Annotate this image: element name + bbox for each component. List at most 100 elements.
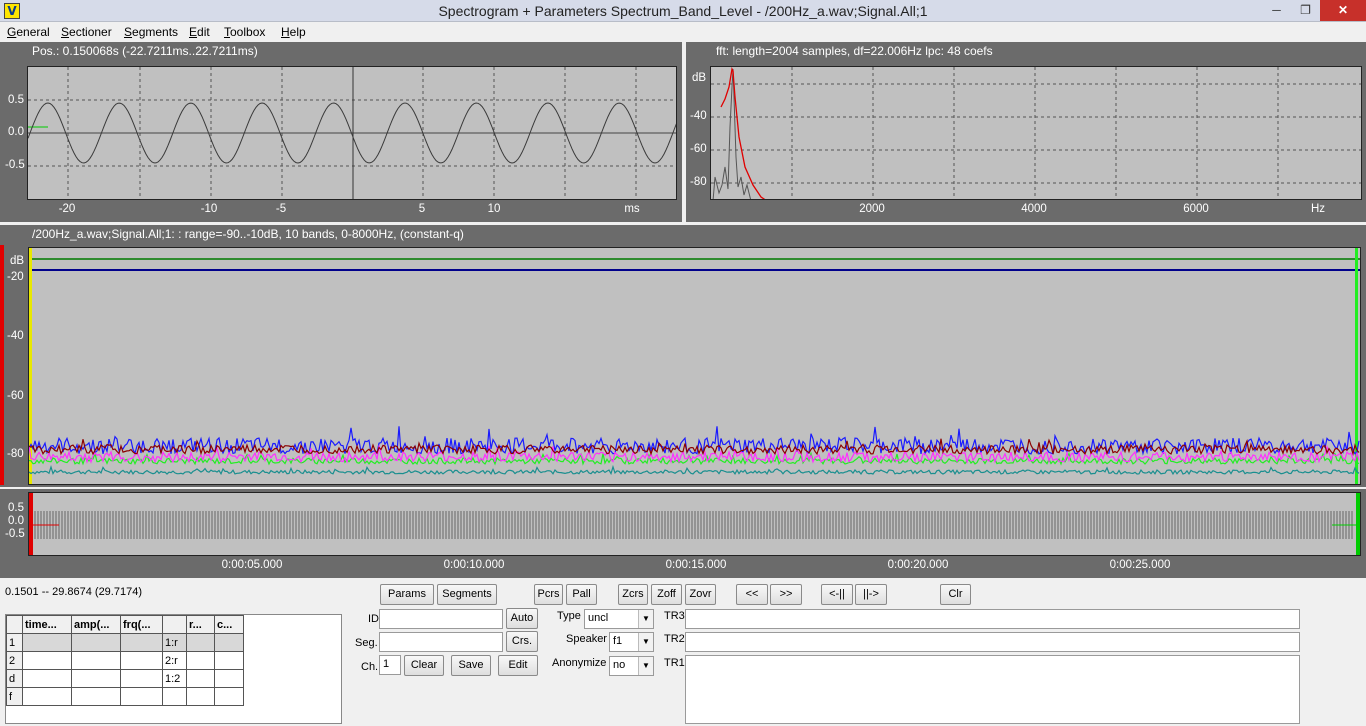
wave-x-tick: -20 (58, 203, 76, 215)
table-cell[interactable] (71, 687, 121, 706)
table-cell[interactable] (214, 651, 244, 670)
table-row[interactable]: 1 1:r (6, 633, 244, 652)
menu-segments[interactable]: Segments (124, 25, 178, 39)
chevron-down-icon[interactable]: ▼ (638, 633, 653, 651)
zovr-button[interactable]: Zovr (685, 584, 716, 605)
table-cell[interactable] (162, 687, 187, 706)
menu-bar: General Sectioner Segments Edit Toolbox … (0, 22, 1366, 42)
table-cell[interactable] (120, 669, 163, 688)
table-row[interactable]: f (6, 687, 244, 706)
waveform-plot[interactable] (27, 66, 677, 200)
chevron-down-icon[interactable]: ▼ (638, 610, 653, 628)
minimize-button[interactable]: ─ (1262, 0, 1291, 21)
time-tick: 0:00:05.000 (221, 559, 283, 571)
anonymize-select[interactable]: no ▼ (609, 656, 654, 676)
pcrs-button[interactable]: Pcrs (534, 584, 563, 605)
band-y-unit: dB (10, 255, 25, 267)
overview-plot[interactable] (28, 492, 1361, 556)
edit-button[interactable]: Edit (498, 655, 538, 676)
overview-end-handle[interactable] (1356, 493, 1360, 556)
fft-panel: fft: length=2004 samples, df=22.006Hz lp… (686, 42, 1366, 222)
clear-button[interactable]: Clear (404, 655, 444, 676)
table-cell[interactable] (186, 651, 215, 670)
table-cell[interactable] (71, 669, 121, 688)
menu-toolbox[interactable]: Toolbox (224, 25, 265, 39)
close-button[interactable]: ✕ (1320, 0, 1366, 21)
overview-y-tick: 0.0 (8, 515, 24, 527)
wave-x-tick: 10 (487, 203, 501, 215)
tr2-field[interactable] (685, 632, 1300, 652)
chevron-down-icon[interactable]: ▼ (638, 657, 653, 675)
menu-general[interactable]: General (7, 25, 50, 39)
table-cell[interactable] (120, 633, 163, 652)
tr1-field[interactable] (685, 655, 1300, 724)
type-select[interactable]: uncl ▼ (584, 609, 654, 629)
segment-controls: 0.1501 -- 29.8674 (29.7174) time... amp(… (0, 578, 1366, 726)
seg-field[interactable] (379, 632, 503, 652)
shrink-button[interactable]: <-|| (821, 584, 853, 605)
table-cell[interactable] (120, 651, 163, 670)
clr-button[interactable]: Clr (940, 584, 971, 605)
table-cell[interactable] (71, 633, 121, 652)
auto-button[interactable]: Auto (506, 608, 538, 629)
table-cell[interactable] (186, 669, 215, 688)
speaker-select[interactable]: f1 ▼ (609, 632, 654, 652)
window-title: Spectrogram + Parameters Spectrum_Band_L… (438, 3, 928, 19)
marker-table[interactable]: time... amp(... frq(... r... c... 1 1:r … (5, 614, 342, 724)
maximize-button[interactable]: ❐ (1291, 0, 1320, 21)
scroll-right-button[interactable]: >> (770, 584, 802, 605)
table-header[interactable]: r... (186, 615, 215, 634)
overview-start-handle[interactable] (29, 493, 33, 556)
channel-field[interactable]: 1 (379, 655, 401, 675)
table-cell[interactable] (22, 687, 72, 706)
anonymize-label: Anonymize (552, 657, 607, 669)
table-cell[interactable] (186, 633, 215, 652)
table-cell[interactable]: 2:r (162, 651, 187, 670)
overview-svg (29, 493, 1360, 556)
table-header[interactable]: amp(... (71, 615, 121, 634)
row-header: 1 (6, 633, 23, 652)
fft-x-tick: 4000 (1021, 203, 1047, 215)
table-header[interactable]: frq(... (120, 615, 163, 634)
scroll-left-button[interactable]: << (736, 584, 768, 605)
fft-grid (711, 67, 1361, 199)
crs-button[interactable]: Crs. (506, 631, 538, 652)
table-cell[interactable] (214, 687, 244, 706)
save-button[interactable]: Save (451, 655, 491, 676)
table-row[interactable]: 2 2:r (6, 651, 244, 670)
table-cell[interactable] (71, 651, 121, 670)
band-y-tick: -20 (7, 271, 24, 283)
id-field[interactable] (379, 609, 503, 629)
zoff-button[interactable]: Zoff (651, 584, 682, 605)
band-level-svg (29, 248, 1360, 484)
table-cell[interactable] (22, 633, 72, 652)
table-cell[interactable] (214, 633, 244, 652)
table-cell[interactable]: 1:2 (162, 669, 187, 688)
menu-sectioner[interactable]: Sectioner (61, 25, 112, 39)
time-tick: 0:00:25.000 (1109, 559, 1171, 571)
fft-plot[interactable] (710, 66, 1362, 200)
table-cell[interactable] (186, 687, 215, 706)
table-row[interactable]: d 1:2 (6, 669, 244, 688)
table-cell[interactable] (120, 687, 163, 706)
anonymize-value: no (613, 659, 626, 671)
table-cell[interactable]: 1:r (162, 633, 187, 652)
segments-button[interactable]: Segments (437, 584, 497, 605)
menu-edit[interactable]: Edit (189, 25, 210, 39)
table-cell[interactable] (22, 651, 72, 670)
menu-help[interactable]: Help (281, 25, 306, 39)
table-cell[interactable] (214, 669, 244, 688)
type-label: Type (557, 610, 581, 622)
table-header[interactable] (162, 615, 187, 634)
seg-label: Seg. (355, 637, 378, 649)
row-header: f (6, 687, 23, 706)
zcrs-button[interactable]: Zcrs (618, 584, 648, 605)
table-cell[interactable] (22, 669, 72, 688)
tr3-field[interactable] (685, 609, 1300, 629)
params-button[interactable]: Params (380, 584, 434, 605)
table-header[interactable]: c... (214, 615, 244, 634)
expand-button[interactable]: ||-> (855, 584, 887, 605)
table-header[interactable]: time... (22, 615, 72, 634)
band-level-plot[interactable] (28, 247, 1361, 485)
pall-button[interactable]: Pall (566, 584, 597, 605)
